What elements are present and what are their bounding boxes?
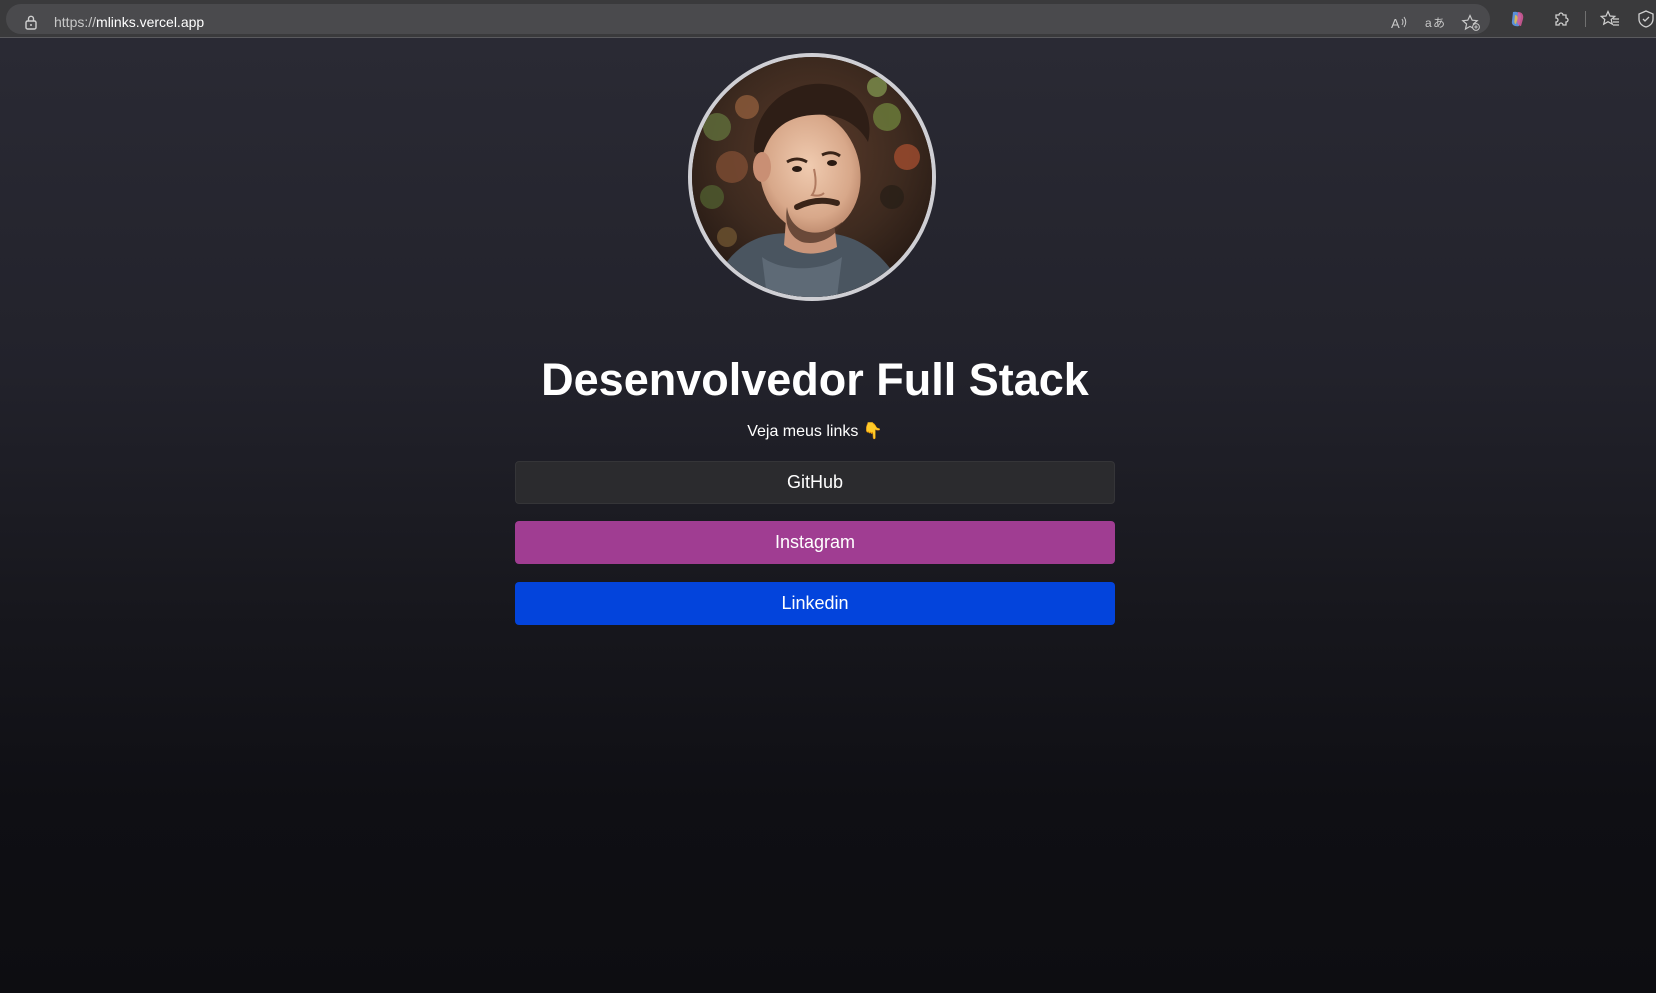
url-text[interactable]: https://mlinks.vercel.app	[54, 14, 204, 30]
read-aloud-icon[interactable]: A	[1388, 12, 1410, 34]
lock-icon[interactable]	[24, 14, 38, 30]
browser-essentials-icon[interactable]	[1636, 8, 1656, 30]
browser-toolbar: https://mlinks.vercel.app A a あ	[0, 0, 1656, 38]
instagram-button[interactable]: Instagram	[515, 521, 1115, 564]
svg-text:あ: あ	[1433, 16, 1445, 30]
svg-text:a: a	[1425, 16, 1432, 30]
subtitle: Veja meus links 👇	[0, 422, 1630, 442]
copilot-icon[interactable]	[1506, 8, 1528, 30]
svg-text:A: A	[1391, 16, 1400, 31]
page-title: Desenvolvedor Full Stack	[541, 354, 1089, 405]
translate-icon[interactable]: a あ	[1424, 12, 1446, 34]
address-bar[interactable]: https://mlinks.vercel.app A a あ	[6, 4, 1490, 34]
pointing-down-icon: 👇	[862, 423, 883, 440]
url-scheme: https://	[54, 14, 97, 30]
github-button[interactable]: GitHub	[515, 461, 1115, 504]
extensions-icon[interactable]	[1551, 8, 1573, 30]
url-host: mlinks.vercel.app	[96, 14, 205, 30]
toolbar-divider	[1585, 11, 1586, 27]
linkedin-button[interactable]: Linkedin	[515, 582, 1115, 625]
subtitle-text: Veja meus links	[747, 423, 859, 440]
favorite-add-icon[interactable]	[1460, 12, 1482, 34]
avatar-photo	[692, 57, 932, 297]
favorites-icon[interactable]	[1599, 8, 1621, 30]
profile-avatar	[688, 53, 936, 301]
page-content: Desenvolvedor Full Stack Veja meus links…	[0, 38, 1656, 993]
